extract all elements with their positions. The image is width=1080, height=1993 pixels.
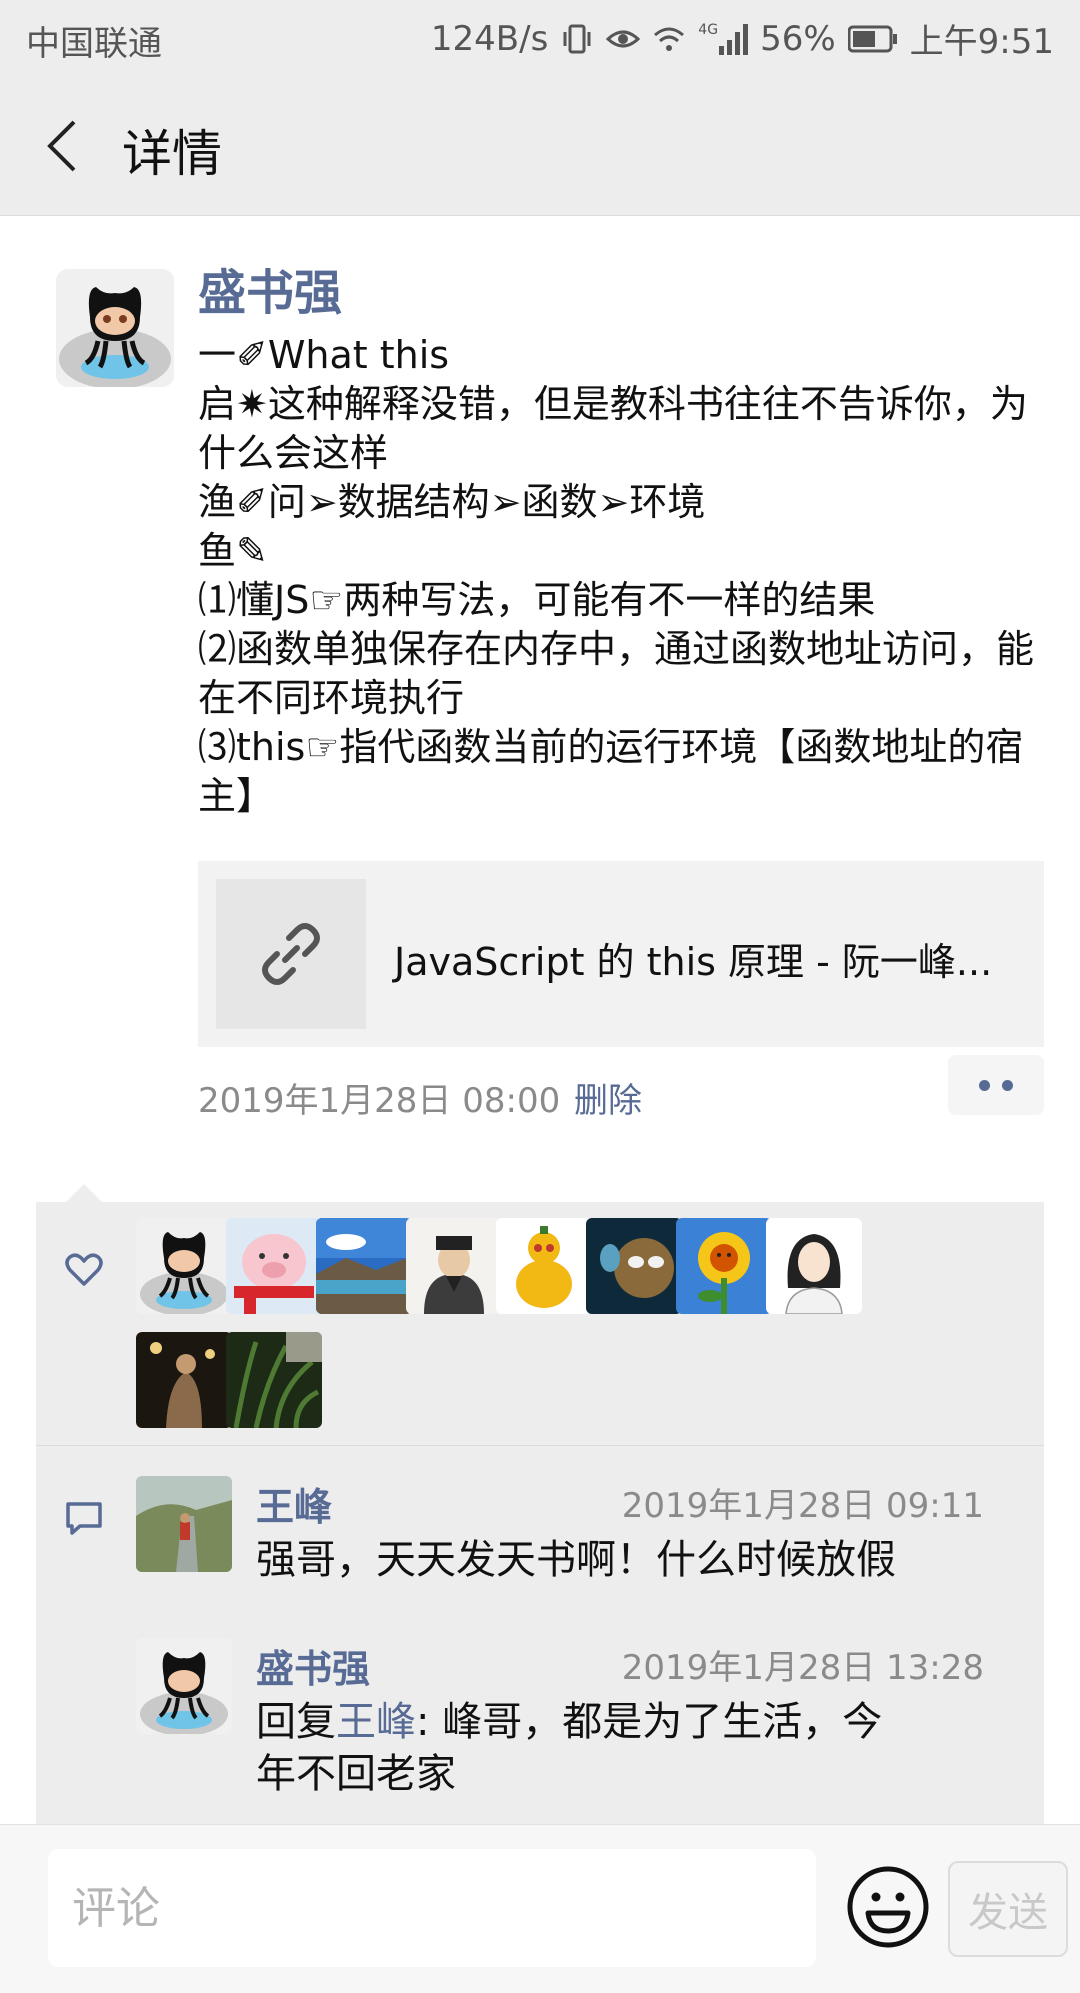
- link-thumbnail: [216, 879, 366, 1029]
- liker-avatar[interactable]: [316, 1218, 412, 1314]
- back-button[interactable]: [30, 114, 94, 178]
- post-line: ⑵函数单独保存在内存中，通过函数地址访问，能在不同环境执行: [198, 627, 1035, 720]
- liker-avatar[interactable]: [406, 1218, 502, 1314]
- heart-icon: [65, 1253, 103, 1286]
- comment-input[interactable]: [48, 1849, 816, 1967]
- comment-text: 回复王峰: 峰哥，都是为了生活，今年不回老家: [256, 1696, 896, 1800]
- post-line: 启✷这种解释没错，但是教科书往往不告诉你，为什么会这样: [198, 382, 1028, 475]
- post-author[interactable]: 盛书强: [198, 253, 342, 323]
- title-bar: 详情: [0, 76, 1080, 216]
- signal-icon: 4G: [698, 22, 749, 56]
- send-button[interactable]: 发送: [948, 1861, 1068, 1957]
- liker-avatar[interactable]: [226, 1332, 322, 1428]
- reply-prefix: 回复: [256, 1699, 336, 1745]
- network-speed: 124B/s: [430, 18, 549, 59]
- liker-avatar[interactable]: [136, 1218, 232, 1314]
- commenter-avatar[interactable]: [136, 1638, 232, 1734]
- battery-percent: 56%: [760, 18, 836, 59]
- likes-row: [36, 1202, 1044, 1446]
- post-time: 2019年1月28日 08:00: [198, 1081, 561, 1121]
- carrier-name: 中国联通: [26, 24, 162, 64]
- panel-caret: [66, 1184, 102, 1202]
- post-line: 鱼✎: [198, 529, 268, 573]
- reply-mention[interactable]: 王峰: [336, 1699, 416, 1745]
- delete-link[interactable]: 删除: [574, 1073, 642, 1122]
- wifi-icon: [652, 22, 686, 56]
- author-avatar[interactable]: [56, 269, 174, 387]
- link-icon: [262, 923, 320, 985]
- chevron-left-icon: [47, 120, 76, 172]
- post-line: ⑶this☞指代函数当前的运行环境【函数地址的宿主】: [198, 725, 1024, 818]
- post-line: 一✐What this: [198, 333, 450, 377]
- liker-avatar[interactable]: [226, 1218, 322, 1314]
- page-title: 详情: [122, 125, 222, 183]
- emoji-icon[interactable]: [846, 1865, 930, 1949]
- comment-input-bar: 发送: [0, 1824, 1080, 1993]
- clock: 上午9:51: [909, 22, 1054, 62]
- comment-time: 2019年1月28日 09:11: [621, 1486, 984, 1526]
- vibrate-icon: [560, 22, 594, 56]
- liker-avatar[interactable]: [766, 1218, 862, 1314]
- status-bar: 中国联通 124B/s 4G 56% 上午9:51: [0, 0, 1080, 76]
- liker-avatar[interactable]: [676, 1218, 772, 1314]
- commenter-avatar[interactable]: [136, 1476, 232, 1572]
- battery-icon: [847, 25, 898, 53]
- liker-avatar[interactable]: [496, 1218, 592, 1314]
- post-text: 一✐What this 启✷这种解释没错，但是教科书往往不告诉你，为什么会这样 …: [198, 331, 1038, 821]
- liker-avatar[interactable]: [586, 1218, 682, 1314]
- comment-text: 强哥，天天发天书啊！什么时候放假: [256, 1537, 896, 1583]
- eye-icon: [606, 22, 641, 56]
- more-options-button[interactable]: [948, 1055, 1044, 1115]
- liker-avatar[interactable]: [136, 1332, 232, 1428]
- comment-time: 2019年1月28日 13:28: [621, 1648, 984, 1688]
- shared-link-card[interactable]: JavaScript 的 this 原理 - 阮一峰...: [198, 861, 1044, 1047]
- comment-item[interactable]: 王峰 2019年1月28日 09:11 强哥，天天发天书啊！什么时候放假: [36, 1476, 1044, 1616]
- likes-comments-panel: 王峰 2019年1月28日 09:11 强哥，天天发天书啊！什么时候放假 盛书强…: [36, 1202, 1044, 1824]
- post-line: 渔✐问➢数据结构➢函数➢环境: [198, 480, 706, 524]
- post-line: ⑴懂JS☞两种写法，可能有不一样的结果: [198, 578, 876, 622]
- link-title: JavaScript 的 this 原理 - 阮一峰...: [394, 940, 993, 984]
- commenter-name[interactable]: 盛书强: [256, 1638, 370, 1693]
- comment-item[interactable]: 盛书强 2019年1月28日 13:28 回复王峰: 峰哥，都是为了生活，今年不…: [36, 1638, 1044, 1808]
- commenter-name[interactable]: 王峰: [256, 1476, 332, 1531]
